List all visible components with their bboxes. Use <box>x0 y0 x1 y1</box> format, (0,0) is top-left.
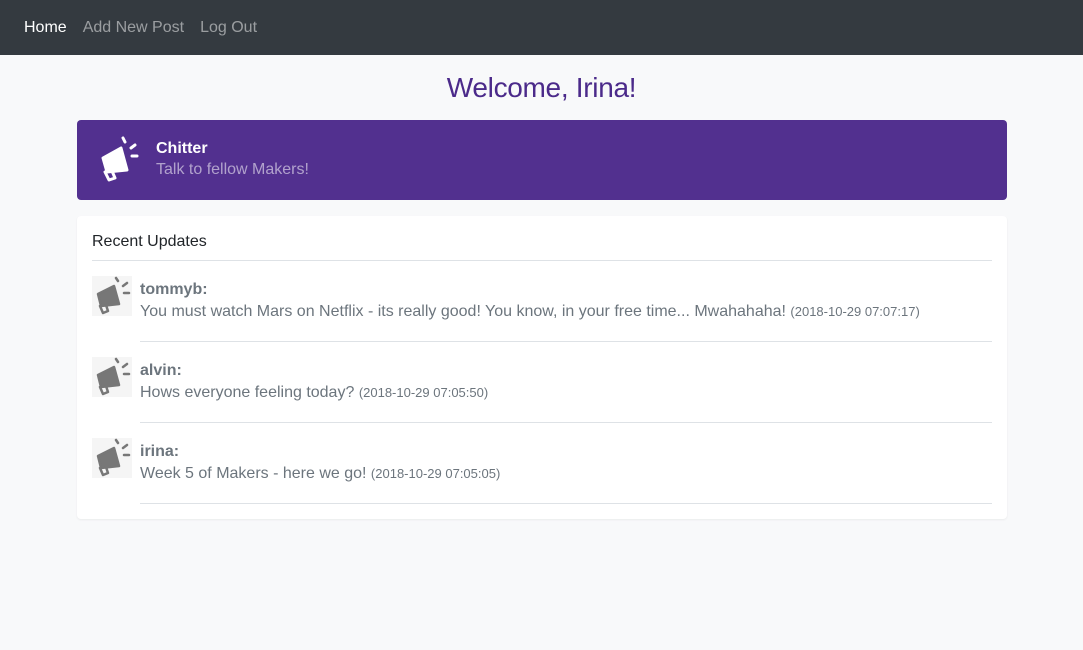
post-item: alvin: Hows everyone feeling today? (201… <box>92 342 992 423</box>
megaphone-icon <box>101 136 139 182</box>
post-username: tommyb: <box>140 281 208 298</box>
post-item: irina: Week 5 of Makers - here we go! (2… <box>92 423 992 504</box>
post-timestamp: (2018-10-29 07:07:17) <box>790 304 920 319</box>
post-username: irina: <box>140 443 180 460</box>
recent-updates-card: Recent Updates tommyb: You must watch Ma… <box>77 216 1007 519</box>
recent-updates-heading: Recent Updates <box>92 216 992 261</box>
post-text: Hows everyone feeling today? <box>140 384 355 401</box>
post-timestamp: (2018-10-29 07:05:50) <box>358 385 489 400</box>
top-navbar: Home Add New Post Log Out <box>0 0 1083 55</box>
post-message: Week 5 of Makers - here we go! (2018-10-… <box>140 462 992 486</box>
post-text: You must watch Mars on Netflix - its rea… <box>140 303 786 320</box>
post-text: Week 5 of Makers - here we go! <box>140 465 367 482</box>
post-item: tommyb: You must watch Mars on Netflix -… <box>92 261 992 342</box>
chitter-banner: Chitter Talk to fellow Makers! <box>77 120 1007 200</box>
megaphone-icon <box>92 276 132 316</box>
nav-add-post-link[interactable]: Add New Post <box>83 0 184 55</box>
post-body: irina: Week 5 of Makers - here we go! (2… <box>140 423 992 504</box>
post-body: alvin: Hows everyone feeling today? (201… <box>140 342 992 423</box>
megaphone-icon <box>92 357 132 397</box>
nav-logout-link[interactable]: Log Out <box>200 0 257 55</box>
post-message: You must watch Mars on Netflix - its rea… <box>140 300 992 324</box>
welcome-heading: Welcome, Irina! <box>446 72 637 103</box>
megaphone-icon <box>92 438 132 478</box>
post-message: Hows everyone feeling today? (2018-10-29… <box>140 381 992 405</box>
post-username: alvin: <box>140 362 182 379</box>
nav-home-link[interactable]: Home <box>24 0 67 55</box>
post-timestamp: (2018-10-29 07:05:05) <box>370 466 501 481</box>
post-body: tommyb: You must watch Mars on Netflix -… <box>140 261 992 342</box>
banner-title: Chitter <box>156 140 208 157</box>
banner-subtitle: Talk to fellow Makers! <box>156 161 309 178</box>
